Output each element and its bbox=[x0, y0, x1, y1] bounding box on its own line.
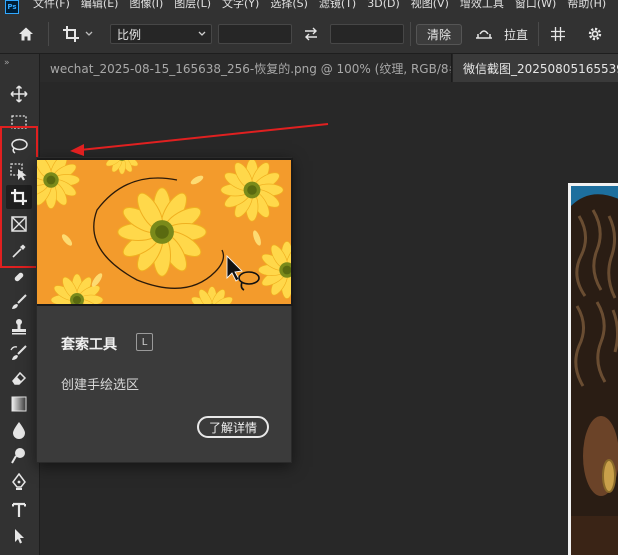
menu-type[interactable]: 文字(Y) bbox=[222, 0, 259, 11]
history-brush-tool[interactable] bbox=[6, 341, 32, 365]
clear-button[interactable]: 清除 bbox=[416, 24, 462, 45]
crop-preset-picker[interactable] bbox=[56, 14, 100, 54]
path-selection-tool[interactable] bbox=[6, 524, 32, 548]
home-icon bbox=[19, 27, 33, 41]
eraser-icon bbox=[12, 371, 27, 385]
blur-icon bbox=[13, 422, 25, 439]
pen-icon bbox=[12, 473, 26, 490]
swap-icon bbox=[305, 27, 317, 41]
move-tool[interactable] bbox=[6, 82, 32, 106]
document-tab-bar: wechat_2025-08-15_165638_256-恢复的.png @ 1… bbox=[40, 54, 618, 82]
gradient-icon bbox=[11, 396, 27, 412]
brush-icon bbox=[12, 294, 27, 309]
menu-layer[interactable]: 图层(L) bbox=[174, 0, 211, 11]
frame-tool[interactable] bbox=[6, 212, 32, 236]
menu-filter[interactable]: 滤镜(T) bbox=[319, 0, 356, 11]
menu-help[interactable]: 帮助(H) bbox=[567, 0, 606, 11]
tool-tooltip-card: 套索工具 L 创建手绘选区 了解详情 bbox=[36, 157, 293, 463]
blur-tool[interactable] bbox=[6, 418, 32, 442]
ratio-select-value: 比例 bbox=[117, 27, 142, 42]
crop-icon bbox=[11, 189, 27, 205]
tab-document-1[interactable]: wechat_2025-08-15_165638_256-恢复的.png @ 1… bbox=[40, 54, 452, 82]
menu-3d[interactable]: 3D(D) bbox=[367, 0, 400, 11]
photoshop-logo: Ps bbox=[5, 0, 19, 14]
tooltip-shortcut-badge: L bbox=[136, 333, 153, 351]
lasso-tool[interactable] bbox=[6, 134, 32, 158]
menu-plugins[interactable]: 增效工具 bbox=[460, 0, 504, 11]
tooltip-title: 套索工具 bbox=[61, 337, 117, 353]
straighten-button[interactable]: 拉直 bbox=[474, 24, 528, 44]
object-selection-tool[interactable] bbox=[6, 160, 32, 184]
tab-document-2[interactable]: 微信截图_20250805165539.pn bbox=[453, 54, 618, 82]
straighten-icon bbox=[476, 30, 492, 39]
gear-icon bbox=[588, 27, 602, 41]
width-input[interactable] bbox=[218, 24, 292, 44]
pen-tool[interactable] bbox=[6, 470, 32, 494]
menu-view[interactable]: 视图(V) bbox=[411, 0, 449, 11]
type-tool[interactable] bbox=[6, 498, 32, 522]
grid-icon bbox=[551, 27, 565, 41]
gradient-tool[interactable] bbox=[6, 392, 32, 416]
path-select-icon bbox=[15, 529, 24, 544]
height-input[interactable] bbox=[330, 24, 404, 44]
eraser-tool[interactable] bbox=[6, 366, 32, 390]
chevron-down-icon bbox=[198, 31, 206, 36]
lasso-icon bbox=[11, 138, 28, 154]
toolbar-collapse-icon[interactable]: » bbox=[4, 58, 10, 68]
history-brush-icon bbox=[10, 345, 27, 360]
tools-panel: » bbox=[0, 54, 40, 555]
crop-icon bbox=[63, 26, 93, 42]
marquee-icon bbox=[11, 115, 27, 129]
menu-window[interactable]: 窗口(W) bbox=[515, 0, 556, 11]
ratio-select[interactable]: 比例 bbox=[110, 24, 212, 44]
swap-dimensions-button[interactable] bbox=[296, 14, 326, 54]
stamp-icon bbox=[12, 319, 26, 335]
learn-more-button[interactable]: 了解详情 bbox=[197, 416, 269, 438]
dodge-icon bbox=[11, 448, 25, 464]
crop-tool[interactable] bbox=[6, 185, 32, 209]
menu-file[interactable]: 文件(F) bbox=[33, 0, 70, 11]
home-button[interactable] bbox=[12, 14, 40, 54]
crop-settings-button[interactable] bbox=[584, 14, 606, 54]
straighten-label: 拉直 bbox=[504, 27, 529, 42]
overlay-options-button[interactable] bbox=[546, 14, 570, 54]
menu-image[interactable]: 图像(I) bbox=[129, 0, 163, 11]
brush-tool[interactable] bbox=[6, 290, 32, 314]
frame-icon bbox=[11, 216, 27, 232]
healing-brush-tool[interactable] bbox=[6, 265, 32, 289]
menu-select[interactable]: 选择(S) bbox=[270, 0, 308, 11]
type-icon bbox=[12, 502, 26, 517]
clone-stamp-tool[interactable] bbox=[6, 315, 32, 339]
dodge-tool[interactable] bbox=[6, 444, 32, 468]
move-icon bbox=[10, 85, 28, 103]
eyedropper-icon bbox=[12, 244, 26, 258]
tooltip-preview-image bbox=[37, 158, 293, 306]
menu-bar: Ps 文件(F) 编辑(E) 图像(I) 图层(L) 文字(Y) 选择(S) 滤… bbox=[0, 0, 618, 14]
object-select-icon bbox=[10, 163, 27, 181]
tooltip-description: 创建手绘选区 bbox=[61, 378, 140, 393]
document-image-preview bbox=[568, 183, 618, 555]
healing-icon bbox=[14, 272, 24, 282]
options-bar: 比例 清除 拉直 bbox=[0, 14, 618, 54]
photoshop-window: Ps 文件(F) 编辑(E) 图像(I) 图层(L) 文字(Y) 选择(S) 滤… bbox=[0, 0, 618, 555]
marquee-tool[interactable] bbox=[6, 110, 32, 134]
menu-edit[interactable]: 编辑(E) bbox=[81, 0, 119, 11]
eyedropper-tool[interactable] bbox=[6, 239, 32, 263]
